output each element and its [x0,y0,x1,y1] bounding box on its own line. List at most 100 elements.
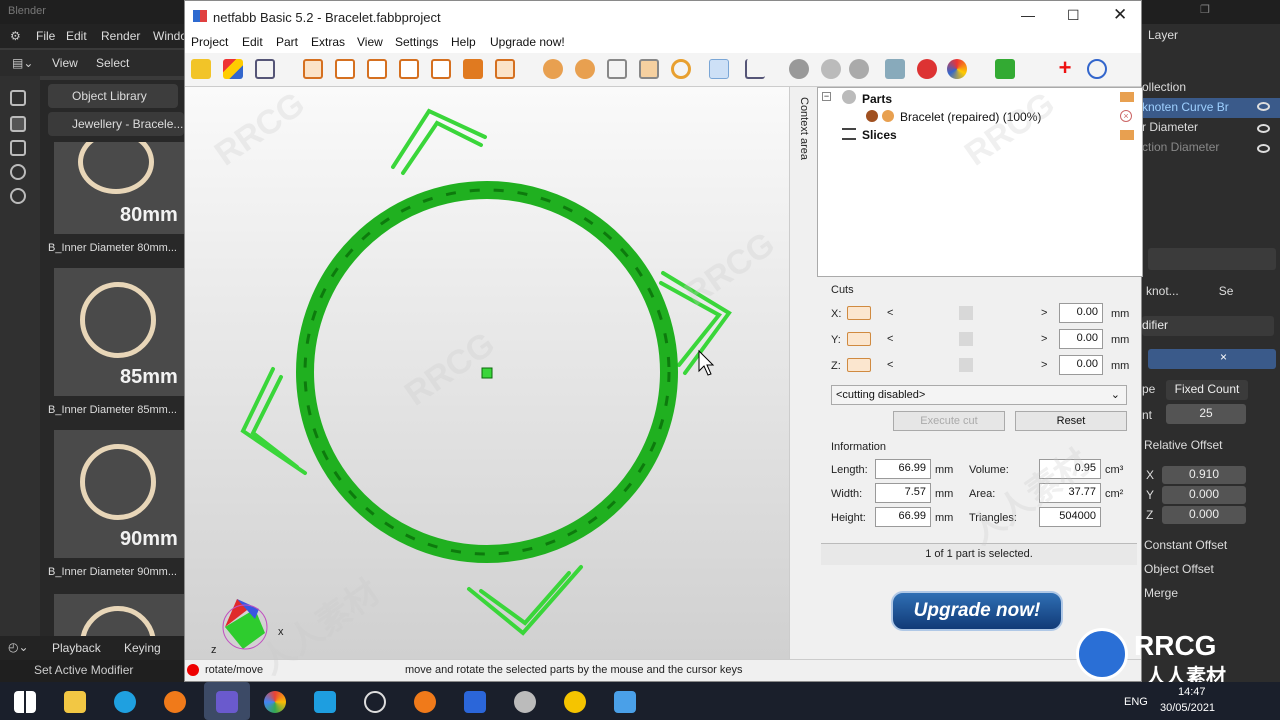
search-field[interactable] [1148,248,1276,270]
folder-icon[interactable] [1120,92,1134,102]
keying-menu[interactable]: Keying [124,641,161,655]
cutting-mode-dropdown[interactable]: <cutting disabled> ⌄ [831,385,1127,405]
menu-view[interactable]: View [357,35,383,49]
volume-field[interactable]: 0.95 [1039,459,1101,479]
bracelet-model[interactable]: x z [185,87,789,659]
clock-time[interactable]: 14:47 [1178,686,1206,698]
language-indicator[interactable]: ENG [1124,696,1148,708]
menu-part[interactable]: Part [276,35,298,49]
cut-y-decrease[interactable]: < [887,333,893,345]
cut-z-color[interactable] [847,358,871,372]
zoom-all-icon[interactable] [543,59,563,79]
folder-icon[interactable] [1120,130,1134,140]
cut-z-increase[interactable]: > [1041,359,1047,371]
analysis-icon[interactable] [995,59,1015,79]
menu-file[interactable]: File [36,29,55,43]
menu-render[interactable]: Render [101,29,140,43]
cut-x-slider[interactable] [959,306,973,320]
asset-thumb-80[interactable]: 80mm [54,142,184,234]
menu-upgrade[interactable]: Upgrade now! [490,35,565,49]
object-library-select[interactable]: Object Library [48,84,178,108]
count-field[interactable]: 25 [1166,404,1246,424]
blender-logo-icon[interactable]: ⚙ [10,29,21,43]
maya-icon[interactable] [464,691,486,713]
viewport-3d[interactable]: x z [185,87,789,659]
section-icon[interactable] [947,59,967,79]
cut-y-input[interactable]: 0.00 [1059,329,1103,349]
repair-cross-icon[interactable]: + [1055,57,1075,79]
view-right-icon[interactable] [399,59,419,79]
remove-icon[interactable]: × [1120,110,1132,122]
cut-x-input[interactable]: 0.00 [1059,303,1103,323]
constant-offset-label[interactable]: Constant Offset [1144,538,1280,552]
menu-project[interactable]: Project [191,35,228,49]
checklist-icon[interactable] [564,691,586,713]
asset-thumb-95[interactable] [54,594,184,636]
material-icon[interactable] [10,140,26,156]
add-part-icon[interactable] [223,59,243,79]
upgrade-now-button[interactable]: Upgrade now! [891,591,1063,631]
netfabb-icon[interactable] [216,691,238,713]
blender-icon-2[interactable] [414,691,436,713]
tree-part-bracelet[interactable]: Bracelet (repaired) (100%) [900,110,1041,124]
minimize-icon[interactable]: — [1021,7,1035,23]
view-top-icon[interactable] [431,59,451,79]
select-menu[interactable]: Select [96,56,129,70]
view-front-icon[interactable] [303,59,323,79]
cut-x-color[interactable] [847,306,871,320]
zoom-window-icon[interactable] [607,59,627,79]
add-modifier-dropdown[interactable]: difier [1142,316,1274,336]
cut-y-slider[interactable] [959,332,973,346]
shade-icon[interactable] [821,59,841,79]
menu-edit[interactable]: Edit [66,29,87,43]
blender-icon[interactable] [164,691,186,713]
mesh-icon[interactable] [885,59,905,79]
eye-icon[interactable] [1257,124,1270,133]
clock-date[interactable]: 30/05/2021 [1160,702,1215,714]
file-explorer-icon[interactable] [64,691,86,713]
offset-y-field[interactable]: 0.000 [1162,486,1246,504]
width-field[interactable]: 7.57 [875,483,931,503]
world-icon[interactable] [10,164,26,180]
color-icon[interactable] [917,59,937,79]
zoom-part-icon[interactable] [575,59,595,79]
magnifier-icon[interactable] [671,59,691,79]
view-bottom-icon[interactable] [463,59,483,79]
start-icon[interactable] [14,691,36,713]
view-back-icon[interactable] [335,59,355,79]
execute-cut-button[interactable]: Execute cut [893,411,1005,431]
points-icon[interactable] [849,59,869,79]
blender-restore-icon[interactable]: ❐ [1200,3,1210,16]
chrome-icon[interactable] [264,691,286,713]
zoom-selection-icon[interactable] [639,59,659,79]
fit-type-dropdown[interactable]: Fixed Count [1166,380,1248,400]
collection-breadcrumb[interactable]: Jewellery - Bracele... [48,112,184,136]
cut-z-slider[interactable] [959,358,973,372]
settings-icon[interactable] [1087,59,1107,79]
menu-settings[interactable]: Settings [395,35,438,49]
area-field[interactable]: 37.77 [1039,483,1101,503]
clock-icon[interactable]: ◴⌄ [8,640,29,654]
object-offset-label[interactable]: Object Offset [1144,562,1280,576]
paint-icon[interactable] [514,691,536,713]
cube-icon[interactable] [10,90,26,106]
offset-x-field[interactable]: 0.910 [1162,466,1246,484]
menu-help[interactable]: Help [451,35,476,49]
maximize-icon[interactable]: ☐ [1067,7,1080,24]
sphere-icon[interactable] [789,59,809,79]
playback-menu[interactable]: Playback [52,641,101,655]
eye-icon[interactable] [1257,102,1270,111]
obs-icon[interactable] [364,691,386,713]
reset-button[interactable]: Reset [1015,411,1127,431]
cut-x-increase[interactable]: > [1041,307,1047,319]
close-icon[interactable]: × [1220,350,1227,364]
globe-icon[interactable] [10,188,26,204]
menu-edit[interactable]: Edit [242,35,263,49]
cut-y-color[interactable] [847,332,871,346]
merge-label[interactable]: Merge [1144,586,1280,600]
view-menu[interactable]: View [52,56,78,70]
edge-icon[interactable] [114,691,136,713]
length-field[interactable]: 66.99 [875,459,931,479]
tree-slices[interactable]: Slices [862,128,897,142]
menu-window[interactable]: Windo [153,29,187,43]
